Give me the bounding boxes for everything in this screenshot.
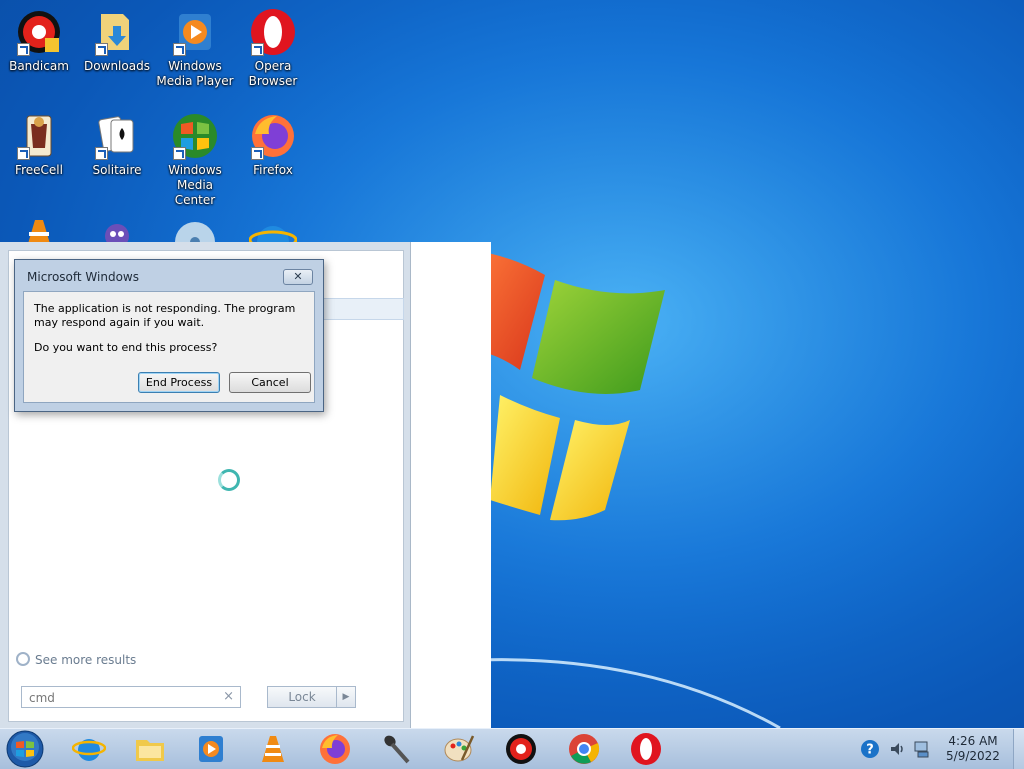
lock-button[interactable]: Lock [267, 686, 337, 708]
dialog-body: The application is not responding. The p… [23, 291, 315, 403]
desktop-icon-label: Opera Browser [248, 59, 298, 88]
file-explorer-icon [136, 740, 164, 761]
taskbar-internet-explorer[interactable] [71, 732, 107, 766]
svg-text:?: ? [866, 743, 874, 758]
chrome-icon [569, 734, 600, 764]
search-icon [16, 652, 30, 666]
network-icon[interactable] [912, 739, 932, 759]
start-search-box[interactable]: × [21, 686, 241, 708]
start-menu-right-pane [411, 242, 491, 728]
taskbar-vlc[interactable] [256, 732, 290, 766]
microphone-icon [384, 735, 410, 764]
see-more-label: See more results [35, 653, 137, 667]
search-result-highlight[interactable] [323, 298, 404, 320]
desktop-icon-label: Downloads [84, 59, 150, 73]
notification-area: ? [858, 737, 938, 761]
desktop-icon-bandicam[interactable]: Bandicam [0, 8, 78, 74]
desktop-icon-label: Windows Media Player [156, 59, 234, 88]
paint-icon [444, 735, 475, 762]
desktop-icon-label: Solitaire [92, 163, 142, 177]
help-icon[interactable]: ? [860, 739, 880, 759]
clock-time: 4:26 AM [948, 734, 998, 748]
desktop-icon-opera[interactable]: Opera Browser [234, 8, 312, 89]
volume-icon[interactable] [888, 739, 908, 759]
dialog-message: The application is not responding. The p… [34, 302, 296, 329]
clear-search-icon[interactable]: × [223, 689, 234, 704]
desktop-icon-label: Firefox [253, 163, 293, 177]
desktop-icon-freecell[interactable]: FreeCell [0, 112, 78, 178]
taskbar: ? 4:26 AM 5/9/2022 [0, 728, 1024, 769]
taskbar-bandicam[interactable] [504, 732, 538, 766]
close-icon[interactable]: ✕ [283, 269, 313, 285]
desktop-icon-solitaire[interactable]: Solitaire [78, 112, 156, 178]
not-responding-dialog: Microsoft Windows ✕ The application is n… [14, 259, 324, 412]
desktop-icon-firefox[interactable]: Firefox [234, 112, 312, 178]
bandicam-icon [506, 734, 536, 764]
end-process-button[interactable]: End Process [138, 372, 220, 393]
media-player-icon [199, 736, 223, 762]
desktop-icon-downloads[interactable]: Downloads [78, 8, 156, 74]
desktop-icon-label: FreeCell [15, 163, 63, 177]
taskbar-paint[interactable] [442, 732, 476, 766]
vlc-icon [262, 736, 284, 762]
taskbar-media-player[interactable] [194, 732, 228, 766]
taskbar-file-explorer[interactable] [133, 732, 167, 766]
dialog-titlebar[interactable]: Microsoft Windows ✕ [15, 260, 323, 290]
dialog-question: Do you want to end this process? [34, 341, 218, 354]
show-desktop-button[interactable] [1013, 729, 1024, 769]
opera-icon [631, 733, 661, 765]
start-search-input[interactable] [27, 688, 221, 708]
desktop-icon-label: Bandicam [9, 59, 69, 73]
clock-date: 5/9/2022 [946, 749, 1000, 763]
desktop-icon-label: Windows Media Center [168, 163, 222, 207]
taskbar-chrome[interactable] [567, 732, 601, 766]
taskbar-clock[interactable]: 4:26 AM 5/9/2022 [940, 734, 1006, 764]
desktop-icon-media-center[interactable]: Windows Media Center [156, 112, 234, 208]
cancel-button[interactable]: Cancel [229, 372, 311, 393]
see-more-results-link[interactable]: See more results [16, 652, 136, 667]
firefox-icon [320, 734, 350, 764]
taskbar-microphone[interactable] [380, 732, 414, 766]
internet-explorer-icon [71, 739, 107, 761]
desktop-icon-media-player[interactable]: Windows Media Player [156, 8, 234, 89]
power-options-arrow-icon[interactable]: ▶ [336, 686, 356, 708]
taskbar-firefox[interactable] [318, 732, 352, 766]
taskbar-opera[interactable] [629, 732, 663, 766]
dialog-title: Microsoft Windows [27, 270, 139, 284]
start-button[interactable] [6, 730, 44, 768]
loading-spinner-icon [218, 469, 240, 491]
